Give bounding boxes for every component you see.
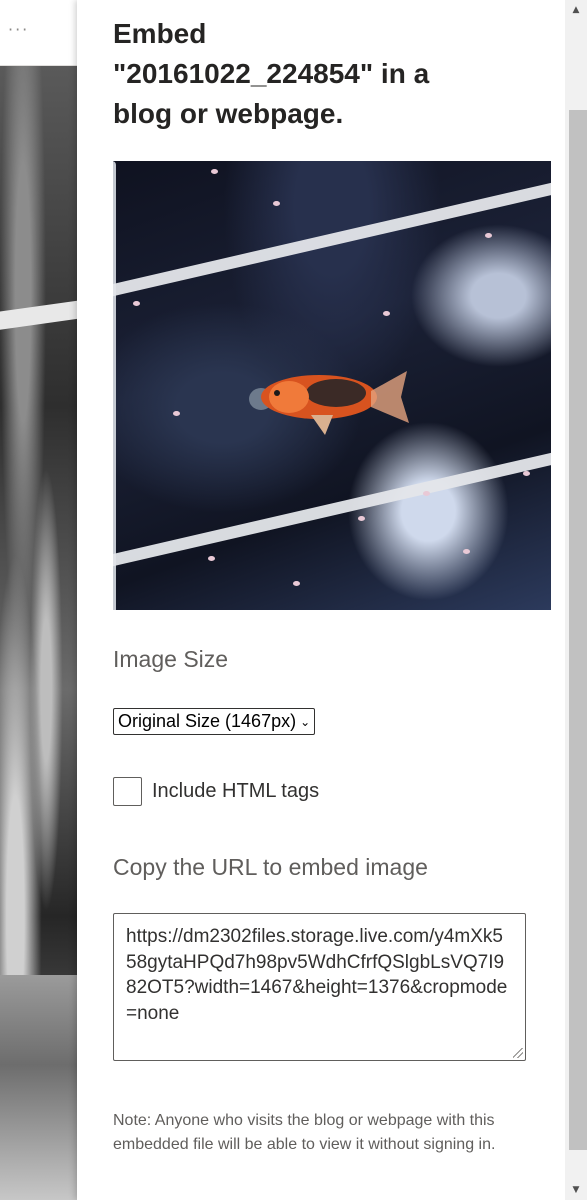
scroll-down-arrow-icon[interactable]: ▼ (565, 1180, 587, 1200)
include-html-row[interactable]: Include HTML tags (113, 777, 319, 806)
background-viewer: ··· (0, 0, 77, 1200)
image-size-selected-value: Original Size (1467px) (118, 711, 297, 731)
scrollbar-thumb[interactable] (569, 110, 587, 1150)
image-size-select[interactable]: Original Size (1467px) ⌄ (113, 708, 316, 735)
resize-grip-icon[interactable] (513, 1048, 523, 1058)
panel-title: Embed "20161022_224854" in a blog or web… (113, 18, 430, 129)
goldfish-image (249, 371, 409, 435)
image-size-label: Image Size (113, 646, 229, 672)
background-toolbar: ··· (0, 0, 77, 66)
more-horizontal-icon[interactable]: ··· (8, 20, 29, 39)
image-preview (113, 161, 551, 610)
include-html-label[interactable]: Include HTML tags (152, 780, 319, 803)
embed-panel: Embed "20161022_224854" in a blog or web… (77, 0, 587, 1200)
panel-scrollbar[interactable]: ▲ ▼ (565, 0, 587, 1200)
sign-in-note: Note: Anyone who visits the blog or webp… (113, 1112, 496, 1153)
scroll-up-arrow-icon[interactable]: ▲ (565, 0, 587, 20)
embed-url-textarea[interactable]: https://dm2302files.storage.live.com/y4m… (113, 913, 526, 1061)
chevron-down-icon: ⌄ (300, 714, 311, 729)
embed-url-text: https://dm2302files.storage.live.com/y4m… (126, 926, 508, 1024)
include-html-checkbox[interactable] (113, 777, 142, 806)
copy-url-label: Copy the URL to embed image (113, 854, 428, 880)
background-photo-lower (0, 975, 77, 1200)
